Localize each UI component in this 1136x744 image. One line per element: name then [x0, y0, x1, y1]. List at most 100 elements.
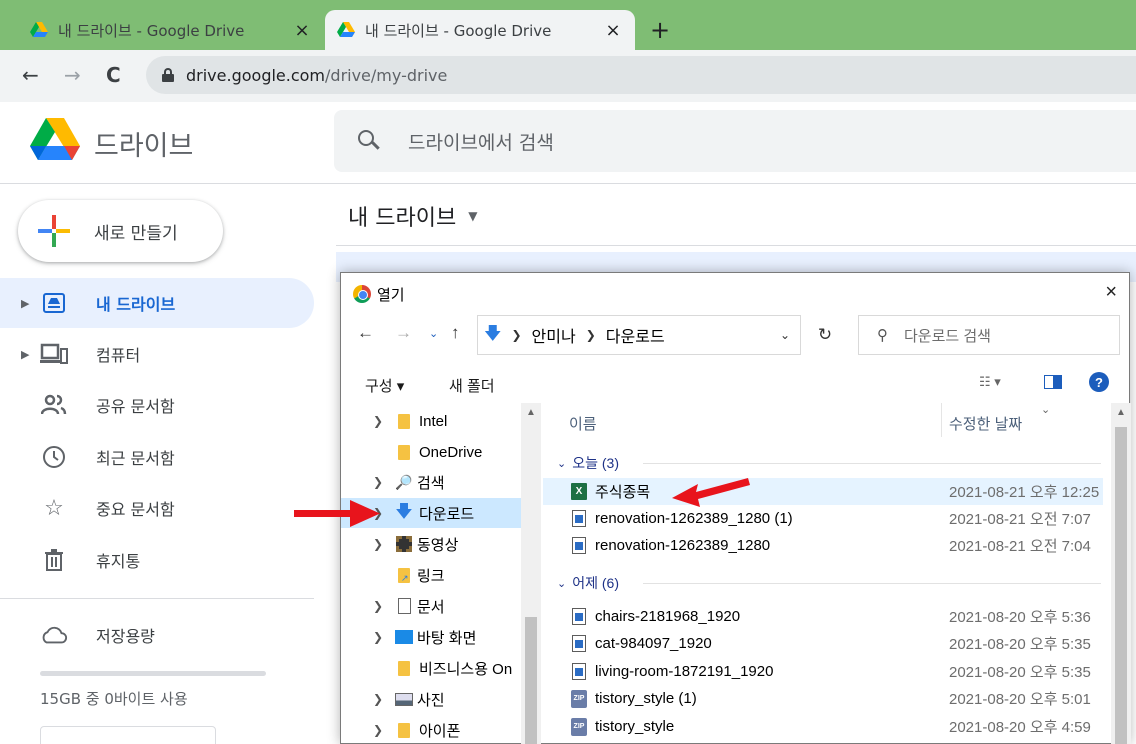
pictures-folder-icon — [395, 690, 413, 708]
nav-item-label: 링크 — [417, 567, 445, 585]
storage-label: 저장용량 — [96, 627, 155, 646]
sort-chevron-icon: ⌄ — [1041, 404, 1051, 416]
file-row[interactable]: cat-984097_1920 2021-08-20 오후 5:35 — [543, 630, 1103, 657]
file-row[interactable]: X 주식종목 2021-08-21 오후 12:25 — [543, 478, 1103, 505]
help-icon[interactable]: ? — [1089, 372, 1109, 392]
scroll-up-icon[interactable]: ▲ — [526, 407, 536, 418]
recent-locations-chevron-icon[interactable]: ⌄ — [429, 327, 438, 340]
breadcrumb-item[interactable]: 안미나 — [532, 323, 576, 347]
google-drive-logo[interactable] — [30, 118, 80, 162]
expand-caret-icon[interactable]: ▶ — [21, 297, 29, 310]
expand-chevron-icon[interactable]: ❯ — [373, 537, 383, 551]
path-separator-icon[interactable]: ❯ — [586, 328, 596, 342]
expand-chevron-icon[interactable]: ❯ — [373, 723, 383, 737]
sidebar-item-shared[interactable]: 공유 문서함 — [0, 380, 314, 430]
video-folder-icon — [395, 535, 413, 553]
scroll-up-icon[interactable]: ▲ — [1116, 407, 1126, 418]
link-folder-icon: ↗ — [395, 566, 413, 584]
forward-arrow-icon[interactable]: → — [64, 63, 81, 87]
reload-icon[interactable]: C — [106, 63, 121, 87]
drive-search-bar[interactable]: 드라이브에서 검색 — [334, 110, 1136, 172]
path-breadcrumb[interactable]: 🡇 ❯ 안미나 ❯ 다운로드 ⌄ — [477, 315, 801, 355]
file-date: 2021-08-21 오전 7:07 — [949, 511, 1091, 528]
page-title[interactable]: 내 드라이브 ▼ — [348, 200, 477, 232]
image-file-icon — [571, 608, 587, 626]
tab-close-icon[interactable]: × — [292, 20, 312, 41]
address-bar[interactable]: drive.google.com/drive/my-drive — [146, 56, 1136, 94]
file-row[interactable]: ZIP tistory_style (1) 2021-08-20 오후 5:01 — [543, 685, 1103, 712]
column-header-date-modified[interactable]: 수정한 날짜 — [949, 403, 1022, 443]
back-arrow-icon[interactable]: ← — [22, 63, 39, 87]
browser-tab-2[interactable]: 내 드라이브 - Google Drive × — [325, 10, 635, 50]
nav-item-links[interactable]: ↗ 링크 — [341, 560, 521, 590]
search-icon[interactable] — [358, 130, 380, 152]
group-header-today[interactable]: ⌄ 오늘 (3) — [557, 451, 619, 475]
expand-chevron-icon[interactable]: ❯ — [373, 475, 383, 489]
sidebar-divider — [0, 598, 314, 599]
refresh-icon[interactable]: ↻ — [805, 315, 845, 355]
file-list-scrollbar[interactable]: ▲ — [1111, 403, 1131, 744]
preview-pane-icon[interactable] — [1044, 375, 1062, 389]
nav-item-pictures[interactable]: ❯ 사진 — [341, 684, 521, 714]
nav-item-searches[interactable]: ❯ 🔎 검색 — [341, 467, 521, 497]
tab-title: 내 드라이브 - Google Drive — [365, 21, 552, 40]
storage-usage-bar — [40, 671, 266, 676]
file-row[interactable]: chairs-2181968_1920 2021-08-20 오후 5:36 — [543, 603, 1103, 630]
navigation-pane-scrollbar[interactable]: ▲ — [521, 403, 541, 744]
url-host: drive.google.com — [186, 65, 326, 85]
nav-item-documents[interactable]: ❯ 문서 — [341, 591, 521, 621]
scrollbar-thumb[interactable] — [1115, 427, 1127, 744]
expand-chevron-icon[interactable]: ❯ — [373, 599, 383, 613]
nav-item-iphone[interactable]: ❯ 아이폰 — [341, 715, 521, 744]
column-separator[interactable] — [941, 403, 942, 437]
nav-item-label: 동영상 — [417, 536, 459, 554]
scrollbar-thumb[interactable] — [525, 617, 537, 744]
nav-item-label: 다운로드 — [419, 505, 475, 523]
expand-chevron-icon[interactable]: ❯ — [373, 630, 383, 644]
nav-item-videos[interactable]: ❯ 동영상 — [341, 529, 521, 559]
file-row[interactable]: renovation-1262389_1280 (1) 2021-08-21 오… — [543, 505, 1103, 532]
tab-close-icon[interactable]: × — [603, 20, 623, 41]
group-header-yesterday[interactable]: ⌄ 어제 (6) — [557, 571, 619, 595]
path-dropdown-icon[interactable]: ⌄ — [780, 328, 790, 342]
change-view-icon[interactable]: ☷ ▾ — [979, 374, 1001, 390]
column-header-name[interactable]: 이름 — [569, 403, 597, 443]
nav-item-intel[interactable]: ❯ Intel — [341, 406, 521, 436]
cloud-icon — [40, 621, 68, 649]
search-placeholder: 드라이브에서 검색 — [408, 131, 554, 154]
path-separator-icon[interactable]: ❯ — [511, 328, 521, 342]
new-tab-button[interactable]: + — [650, 18, 670, 42]
folder-search-box[interactable]: ⚲ 다운로드 검색 — [858, 315, 1120, 355]
my-drive-icon — [40, 289, 68, 317]
expand-chevron-icon[interactable]: ❯ — [373, 414, 383, 428]
nav-item-desktop[interactable]: ❯ 바탕 화면 — [341, 622, 521, 652]
dialog-back-icon[interactable]: ← — [357, 323, 374, 343]
nav-item-onedrive[interactable]: OneDrive — [341, 437, 521, 467]
zip-file-icon: ZIP — [571, 717, 587, 736]
expand-chevron-icon[interactable]: ❯ — [373, 692, 383, 706]
sidebar-item-computers[interactable]: ▶ 컴퓨터 — [0, 329, 314, 379]
breadcrumb-item[interactable]: 다운로드 — [606, 323, 665, 347]
dialog-close-icon[interactable]: × — [1105, 281, 1117, 304]
file-date: 2021-08-20 오후 5:01 — [949, 691, 1091, 708]
file-row[interactable]: living-room-1872191_1920 2021-08-20 오후 5… — [543, 658, 1103, 685]
zip-file-icon: ZIP — [571, 689, 587, 708]
file-row[interactable]: renovation-1262389_1280 2021-08-21 오전 7:… — [543, 532, 1103, 559]
tab-title: 내 드라이브 - Google Drive — [58, 21, 245, 40]
nav-item-onedrive-business[interactable]: 비즈니스용 On — [341, 653, 521, 683]
expand-caret-icon[interactable]: ▶ — [21, 348, 29, 361]
sidebar-item-trash[interactable]: 휴지통 — [0, 535, 314, 585]
dialog-forward-icon[interactable]: → — [395, 323, 412, 343]
browser-tab-1[interactable]: 내 드라이브 - Google Drive × — [18, 10, 324, 50]
main-divider — [336, 245, 1136, 246]
dialog-up-icon[interactable]: ↑ — [451, 323, 460, 343]
file-row[interactable]: ZIP tistory_style 2021-08-20 오후 4:59 — [543, 713, 1103, 740]
new-button[interactable]: 새로 만들기 — [18, 200, 223, 262]
buy-storage-button[interactable] — [40, 726, 216, 744]
sidebar-item-storage[interactable]: 저장용량 — [0, 610, 314, 660]
sidebar-item-recent[interactable]: 최근 문서함 — [0, 432, 314, 482]
sidebar-item-my-drive[interactable]: ▶ 내 드라이브 — [0, 278, 314, 328]
organize-button[interactable]: 구성 ▾ — [365, 375, 404, 396]
sidebar-item-starred[interactable]: ☆ 중요 문서함 — [0, 483, 314, 533]
new-folder-button[interactable]: 새 폴더 — [449, 375, 495, 396]
